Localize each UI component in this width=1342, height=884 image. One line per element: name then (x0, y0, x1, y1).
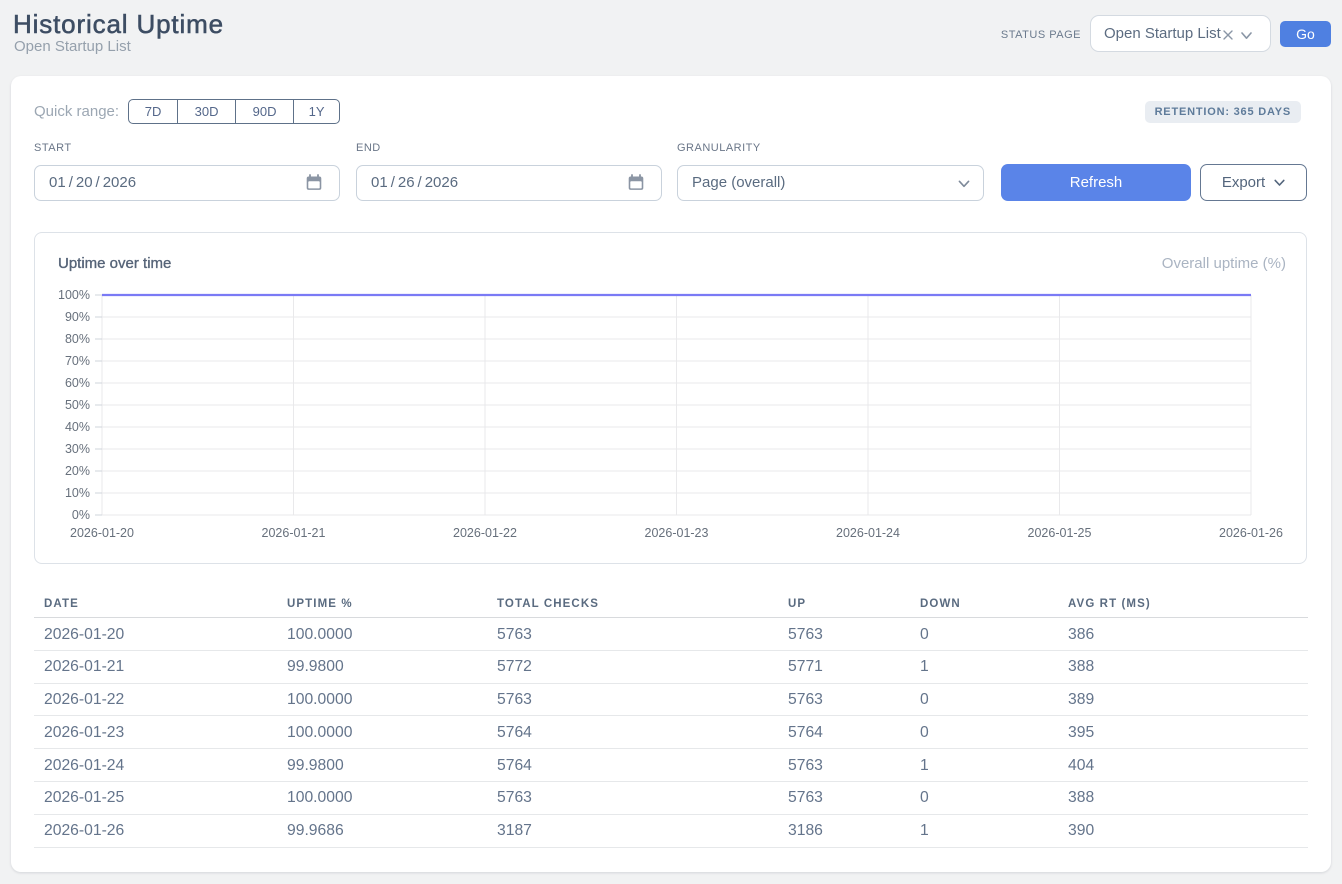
svg-text:2026-01-24: 2026-01-24 (836, 526, 900, 540)
svg-text:70%: 70% (65, 354, 90, 368)
svg-text:10%: 10% (65, 486, 90, 500)
svg-text:60%: 60% (65, 376, 90, 390)
svg-text:2026-01-23: 2026-01-23 (645, 526, 709, 540)
svg-text:2026-01-22: 2026-01-22 (453, 526, 517, 540)
svg-text:20%: 20% (65, 464, 90, 478)
svg-text:2026-01-26: 2026-01-26 (1219, 526, 1283, 540)
svg-text:40%: 40% (65, 420, 90, 434)
svg-text:30%: 30% (65, 442, 90, 456)
svg-text:90%: 90% (65, 310, 90, 324)
svg-text:2026-01-21: 2026-01-21 (262, 526, 326, 540)
svg-text:2026-01-25: 2026-01-25 (1028, 526, 1092, 540)
svg-text:80%: 80% (65, 332, 90, 346)
svg-text:100%: 100% (58, 288, 90, 302)
svg-text:0%: 0% (72, 508, 90, 522)
svg-text:2026-01-20: 2026-01-20 (70, 526, 134, 540)
svg-text:50%: 50% (65, 398, 90, 412)
